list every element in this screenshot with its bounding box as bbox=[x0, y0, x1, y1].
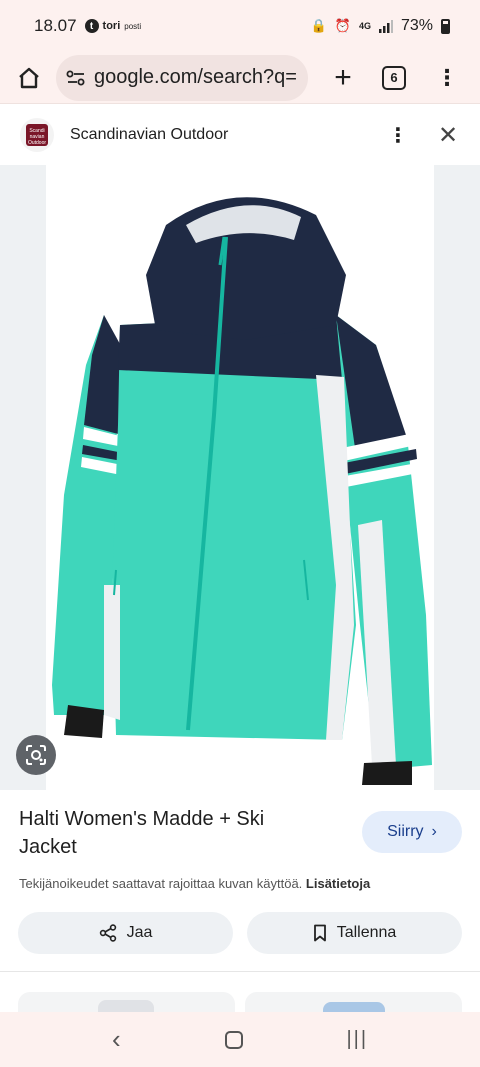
browser-toolbar: google.com/search?q= + 6 ⋮ bbox=[0, 52, 480, 104]
share-button[interactable]: Jaa bbox=[18, 912, 233, 954]
product-title[interactable]: Halti Women's Madde + Ski Jacket bbox=[19, 805, 319, 861]
more-vertical-icon: ⋮ bbox=[436, 64, 458, 90]
visit-label: Siirry bbox=[387, 823, 424, 840]
source-name[interactable]: Scandinavian Outdoor bbox=[70, 126, 228, 144]
copyright-text: Tekijänoikeudet saattavat rajoittaa kuva… bbox=[19, 876, 303, 891]
lens-icon bbox=[26, 745, 46, 765]
url-text: google.com/search?q= bbox=[94, 66, 297, 88]
notification-app-label: tori bbox=[102, 20, 121, 32]
new-tab-button[interactable]: + bbox=[328, 60, 358, 94]
source-logo[interactable]: Scandi navian Outdoor bbox=[20, 118, 54, 152]
home-icon bbox=[19, 67, 39, 88]
source-logo-image: Scandi navian Outdoor bbox=[26, 124, 48, 146]
signal-icon bbox=[378, 20, 393, 33]
home-nav-button[interactable] bbox=[224, 1030, 243, 1049]
product-image[interactable] bbox=[46, 165, 434, 790]
action-row: Jaa Tallenna bbox=[18, 912, 462, 954]
tori-icon: t bbox=[84, 19, 99, 33]
copyright-notice: Tekijänoikeudet saattavat rajoittaa kuva… bbox=[19, 876, 370, 891]
chevron-right-icon: › bbox=[431, 823, 437, 840]
plus-icon: + bbox=[334, 60, 352, 94]
related-image-thumb[interactable] bbox=[245, 992, 462, 1012]
status-time: 18.07 bbox=[34, 16, 77, 35]
system-nav-bar: ‹ ||| bbox=[0, 1012, 480, 1067]
battery-icon bbox=[441, 18, 450, 34]
google-lens-button[interactable] bbox=[16, 735, 56, 775]
address-bar[interactable]: google.com/search?q= bbox=[56, 54, 308, 101]
tab-switcher-button[interactable]: 6 bbox=[382, 65, 406, 90]
back-button[interactable]: ‹ bbox=[112, 1024, 121, 1055]
close-button[interactable]: ✕ bbox=[436, 121, 460, 150]
image-viewer bbox=[0, 165, 480, 790]
learn-more-link[interactable]: Lisätietoja bbox=[306, 876, 370, 891]
status-bar: 18.07 t tori posti 🔒 ⏰ 4G 73% bbox=[0, 0, 480, 52]
visit-button[interactable]: Siirry › bbox=[362, 811, 462, 853]
bookmark-icon bbox=[313, 924, 326, 942]
network-type: 4G bbox=[358, 21, 371, 31]
divider bbox=[0, 971, 480, 972]
product-title-row: Halti Women's Madde + Ski Jacket Siirry … bbox=[0, 805, 480, 861]
battery-percent: 73% bbox=[400, 17, 433, 34]
ski-jacket-illustration bbox=[52, 197, 432, 785]
image-source-header: Scandi navian Outdoor Scandinavian Outdoor… bbox=[0, 105, 480, 165]
save-button[interactable]: Tallenna bbox=[247, 912, 462, 954]
share-icon bbox=[99, 924, 116, 942]
recent-apps-button[interactable]: ||| bbox=[346, 1028, 368, 1051]
related-images bbox=[18, 992, 462, 1012]
home-button[interactable] bbox=[14, 63, 44, 93]
lock-icon: 🔒 bbox=[310, 18, 327, 33]
notification-tori: t tori posti bbox=[84, 19, 142, 33]
source-menu-button[interactable]: ⋮ bbox=[386, 123, 410, 148]
notification-sub-label: posti bbox=[124, 21, 142, 31]
related-image-thumb[interactable] bbox=[18, 992, 235, 1012]
save-label: Tallenna bbox=[336, 924, 397, 941]
share-label: Jaa bbox=[126, 924, 153, 941]
tab-count: 6 bbox=[390, 70, 398, 85]
alarm-icon: ⏰ bbox=[334, 18, 351, 33]
browser-menu-button[interactable]: ⋮ bbox=[436, 64, 458, 90]
site-settings-icon bbox=[66, 70, 85, 85]
